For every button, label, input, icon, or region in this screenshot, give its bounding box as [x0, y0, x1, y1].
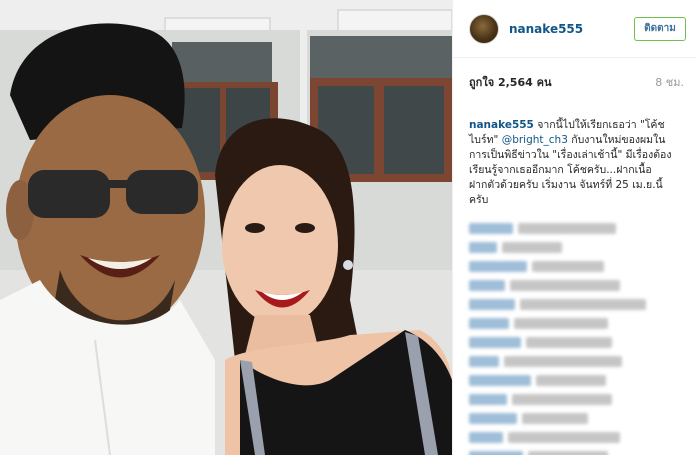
- post-header: nanake555 ติดตาม: [453, 0, 696, 58]
- caption-mention[interactable]: @bright_ch3: [502, 134, 568, 146]
- comment-item: [469, 448, 682, 455]
- comment-text-blurred: [512, 394, 612, 405]
- comment-username-blurred: [469, 318, 509, 329]
- comment-username-blurred: [469, 375, 531, 386]
- comment-text-blurred: [502, 242, 562, 253]
- author-username[interactable]: nanake555: [509, 22, 634, 36]
- comment-username-blurred: [469, 280, 505, 291]
- comment-username-blurred: [469, 413, 517, 424]
- comment-text-blurred: [514, 318, 608, 329]
- comment-item: [469, 220, 682, 237]
- comment-username-blurred: [469, 261, 527, 272]
- post-side-panel: nanake555 ติดตาม ถูกใจ 2,564 คน 8 ชม. na…: [452, 0, 696, 455]
- comment-username-blurred: [469, 451, 523, 455]
- comment-text-blurred: [526, 337, 612, 348]
- comment-username-blurred: [469, 432, 503, 443]
- comment-item: [469, 315, 682, 332]
- comment-username-blurred: [469, 394, 507, 405]
- comment-item: [469, 372, 682, 389]
- comment-text-blurred: [510, 280, 620, 291]
- comment-text-blurred: [528, 451, 608, 455]
- comment-item: [469, 277, 682, 294]
- author-avatar[interactable]: [469, 13, 499, 44]
- comment-item: [469, 334, 682, 351]
- comment-item: [469, 391, 682, 408]
- comment-text-blurred: [536, 375, 606, 386]
- comment-item: [469, 410, 682, 427]
- comment-text-blurred: [508, 432, 620, 443]
- comment-text-blurred: [518, 223, 616, 234]
- comment-username-blurred: [469, 242, 497, 253]
- comment-text-blurred: [504, 356, 622, 367]
- post-stats: ถูกใจ 2,564 คน 8 ชม.: [453, 58, 696, 98]
- comment-item: [469, 258, 682, 275]
- follow-button[interactable]: ติดตาม: [634, 16, 686, 41]
- comment-text-blurred: [532, 261, 604, 272]
- comment-username-blurred: [469, 337, 521, 348]
- likes-count[interactable]: ถูกใจ 2,564 คน: [469, 73, 551, 91]
- comment-item: [469, 239, 682, 256]
- post-age[interactable]: 8 ชม.: [655, 73, 684, 91]
- comment-text-blurred: [522, 413, 588, 424]
- post-photo: [0, 0, 452, 455]
- comment-username-blurred: [469, 299, 515, 310]
- caption-username[interactable]: nanake555: [469, 119, 534, 131]
- post-caption: nanake555 จากนี้ไปให้เรียกเธอว่า "โค้ชไบ…: [453, 98, 696, 208]
- comment-item: [469, 353, 682, 370]
- selfie-illustration: [0, 0, 452, 455]
- comment-item: [469, 429, 682, 446]
- comment-username-blurred: [469, 223, 513, 234]
- comment-text-blurred: [520, 299, 646, 310]
- comment-username-blurred: [469, 356, 499, 367]
- comment-item: [469, 296, 682, 313]
- comments-list: [453, 208, 696, 455]
